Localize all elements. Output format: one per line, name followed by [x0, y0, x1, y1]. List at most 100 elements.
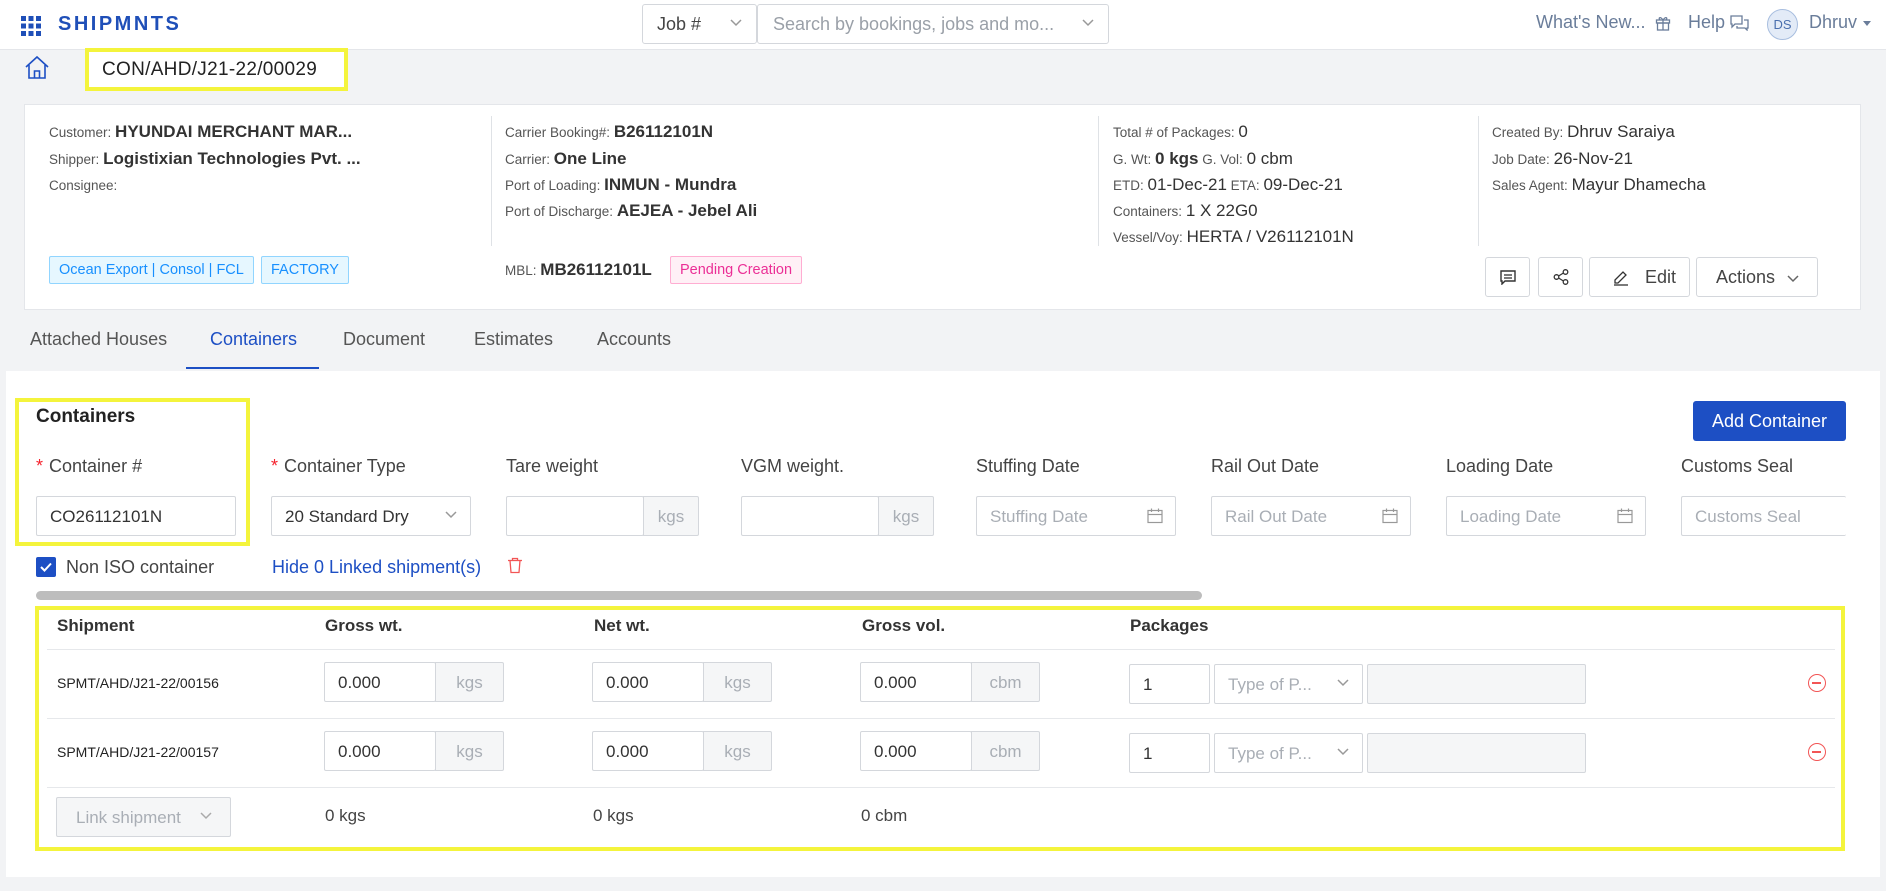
job-type-select-value: Job # [657, 14, 702, 34]
packages-input[interactable]: 1 [1129, 733, 1210, 773]
net-wt-unit: kgs [703, 731, 772, 771]
non-iso-checkbox[interactable] [36, 557, 56, 577]
shipment-id[interactable]: SPMT/AHD/J21-22/00157 [57, 744, 219, 760]
gift-icon[interactable] [1655, 15, 1671, 31]
gross-wt-input[interactable]: 0.000 [324, 662, 436, 702]
etd-eta-info: ETD: 01-Dec-21 ETA: 09-Dec-21 [1113, 175, 1343, 194]
chat-icon[interactable] [1730, 15, 1749, 31]
tab-attached-houses[interactable]: Attached Houses [30, 329, 167, 350]
job-type-tag: Ocean Export | Consol | FCL [49, 256, 254, 284]
total-gross-vol: 0 cbm [861, 806, 908, 825]
gross-wt-unit: kgs [435, 731, 504, 771]
vgm-weight-input[interactable] [741, 496, 879, 536]
package-description-textarea[interactable] [1367, 664, 1586, 704]
sales-agent-info: Sales Agent: Mayur Dhamecha [1492, 175, 1706, 194]
net-wt-input[interactable]: 0.000 [592, 731, 704, 771]
hide-linked-shipments-link[interactable]: Hide 0 Linked shipment(s) [272, 557, 481, 578]
factory-tag: FACTORY [261, 256, 349, 284]
edit-button[interactable]: Edit [1589, 257, 1690, 297]
gross-vol-unit: cbm [971, 662, 1040, 702]
rail-out-date-picker[interactable]: Rail Out Date [1211, 496, 1411, 536]
package-description-textarea[interactable] [1367, 733, 1586, 773]
share-button[interactable] [1538, 257, 1583, 297]
brand-logo[interactable]: SHIPMNTS [58, 13, 181, 36]
remove-row-icon[interactable] [1808, 674, 1826, 692]
comment-button[interactable] [1485, 257, 1530, 297]
consignee-info: Consignee: [49, 178, 118, 193]
port-of-discharge-info: Port of Discharge: AEJEA - Jebel Ali [505, 201, 758, 220]
port-of-loading-info: Port of Loading: INMUN - Mundra [505, 175, 737, 194]
column-header-packages: Packages [1130, 616, 1209, 635]
whats-new-link[interactable]: What's New... [1536, 12, 1645, 33]
vgm-weight-label: VGM weight. [741, 456, 845, 476]
chevron-down-icon [1082, 19, 1094, 27]
edit-button-label: Edit [1645, 267, 1677, 287]
comment-icon [1500, 270, 1516, 285]
actions-dropdown[interactable]: Actions [1696, 257, 1818, 297]
package-type-select[interactable]: Type of P... [1214, 664, 1363, 704]
avatar[interactable]: DS [1767, 9, 1798, 40]
mbl-info: MBL: MB26112101L [505, 260, 652, 279]
actions-dropdown-label: Actions [1716, 267, 1776, 287]
gross-vol-input[interactable]: 0.000 [860, 731, 972, 771]
chevron-down-icon [445, 511, 457, 519]
calendar-icon [1382, 508, 1398, 524]
shipper-info: Shipper: Logistixian Technologies Pvt. .… [49, 149, 361, 168]
carrier-info: Carrier: One Line [505, 149, 627, 168]
avatar-initials: DS [1773, 17, 1792, 32]
container-no-input[interactable]: CO26112101N [36, 496, 236, 536]
column-header-shipment: Shipment [57, 616, 135, 635]
caret-down-icon [1863, 21, 1871, 26]
column-header-net-wt: Net wt. [594, 616, 650, 635]
stuffing-date-label: Stuffing Date [976, 456, 1080, 476]
row-divider [47, 649, 1835, 650]
delete-icon[interactable] [507, 557, 523, 574]
shipment-id[interactable]: SPMT/AHD/J21-22/00156 [57, 675, 219, 691]
top-navbar: SHIPMNTS Job # Search by bookings, jobs … [0, 0, 1886, 50]
job-date-info: Job Date: 26-Nov-21 [1492, 149, 1633, 168]
weight-volume-info: G. Wt: 0 kgs G. Vol: 0 cbm [1113, 149, 1293, 168]
divider [1098, 116, 1099, 246]
link-shipment-select[interactable]: Link shipment [56, 797, 231, 837]
customs-seal-input[interactable]: Customs Seal [1681, 496, 1846, 536]
user-menu[interactable]: Dhruv [1809, 12, 1857, 33]
active-tab-indicator [186, 367, 319, 369]
job-number-breadcrumb: CON/AHD/J21-22/00029 [85, 48, 348, 91]
chevron-down-icon [1337, 679, 1349, 687]
app-grid-icon[interactable] [21, 16, 41, 36]
tab-containers[interactable]: Containers [210, 329, 297, 350]
tab-document[interactable]: Document [343, 329, 425, 350]
tab-accounts[interactable]: Accounts [597, 329, 671, 350]
home-icon[interactable] [24, 55, 50, 80]
help-link[interactable]: Help [1688, 12, 1725, 33]
remove-row-icon[interactable] [1808, 743, 1826, 761]
highlight-box [35, 606, 1845, 851]
share-icon [1553, 269, 1569, 285]
packages-input[interactable]: 1 [1129, 664, 1210, 704]
tare-weight-unit: kgs [643, 496, 699, 536]
add-container-button[interactable]: Add Container [1693, 401, 1846, 441]
tare-weight-label: Tare weight [506, 456, 599, 476]
container-type-select[interactable]: 20 Standard Dry [271, 496, 471, 536]
divider [491, 116, 492, 246]
containers-info: Containers: 1 X 22G0 [1113, 201, 1258, 220]
gross-wt-unit: kgs [435, 662, 504, 702]
tare-weight-input[interactable] [506, 496, 644, 536]
loading-date-picker[interactable]: Loading Date [1446, 496, 1646, 536]
container-type-label: * Container Type [271, 456, 406, 476]
job-type-select[interactable]: Job # [642, 4, 757, 44]
horizontal-scrollbar[interactable] [36, 591, 1202, 600]
gross-wt-input[interactable]: 0.000 [324, 731, 436, 771]
row-divider [47, 718, 1835, 719]
net-wt-input[interactable]: 0.000 [592, 662, 704, 702]
gross-vol-input[interactable]: 0.000 [860, 662, 972, 702]
tab-estimates[interactable]: Estimates [474, 329, 553, 350]
gross-vol-unit: cbm [971, 731, 1040, 771]
stuffing-date-picker[interactable]: Stuffing Date [976, 496, 1176, 536]
vgm-weight-unit: kgs [878, 496, 934, 536]
column-header-gross-vol: Gross vol. [862, 616, 946, 635]
search-placeholder: Search by bookings, jobs and mo... [773, 14, 1055, 34]
global-search-input[interactable]: Search by bookings, jobs and mo... [757, 4, 1109, 44]
chevron-down-icon [1787, 275, 1799, 283]
package-type-select[interactable]: Type of P... [1214, 733, 1363, 773]
